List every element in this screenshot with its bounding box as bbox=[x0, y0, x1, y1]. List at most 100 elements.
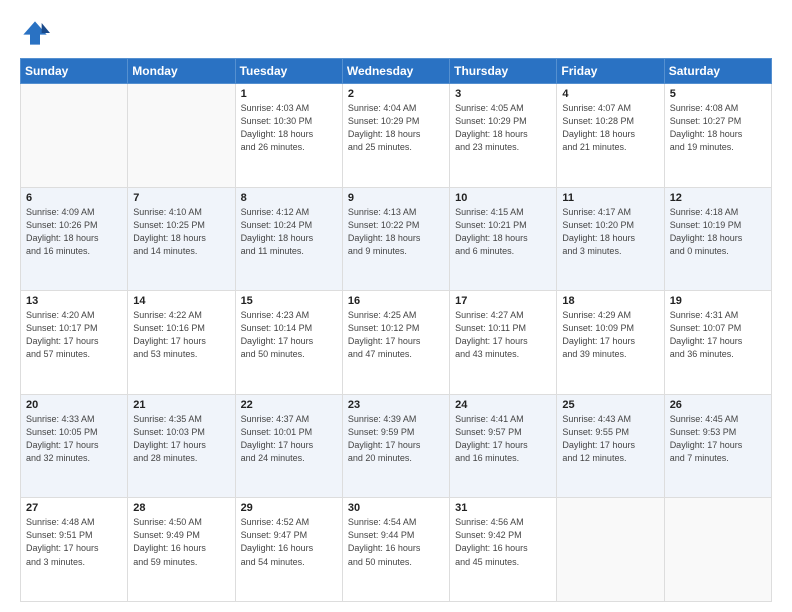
day-number: 12 bbox=[670, 192, 766, 204]
calendar-cell: 17 Sunrise: 4:27 AM Sunset: 10:11 PM Dayl… bbox=[450, 291, 557, 395]
calendar-cell: 31 Sunrise: 4:56 AM Sunset: 9:42 PM Dayli… bbox=[450, 498, 557, 602]
day-number: 8 bbox=[241, 192, 337, 204]
calendar-header-friday: Friday bbox=[557, 59, 664, 84]
calendar-cell: 1Sunrise: 4:03 AM Sunset: 10:30 PM Dayli… bbox=[235, 84, 342, 188]
day-info: Sunrise: 4:23 AM Sunset: 10:14 PM Daylig… bbox=[241, 309, 337, 361]
day-number: 23 bbox=[348, 399, 444, 411]
calendar-cell: 23 Sunrise: 4:39 AM Sunset: 9:59 PM Dayli… bbox=[342, 394, 449, 498]
day-info: Sunrise: 4:31 AM Sunset: 10:07 PM Daylig… bbox=[670, 309, 766, 361]
day-info: Sunrise: 4:17 AM Sunset: 10:20 PM Daylig… bbox=[562, 206, 658, 258]
day-info: Sunrise: 4:33 AM Sunset: 10:05 PM Daylig… bbox=[26, 413, 122, 465]
day-info: Sunrise: 4:48 AM Sunset: 9:51 PM Dayligh… bbox=[26, 516, 122, 568]
calendar-week-2: 6Sunrise: 4:09 AM Sunset: 10:26 PM Dayli… bbox=[21, 187, 772, 291]
day-info: Sunrise: 4:27 AM Sunset: 10:11 PM Daylig… bbox=[455, 309, 551, 361]
calendar-cell: 5 Sunrise: 4:08 AM Sunset: 10:27 PM Dayli… bbox=[664, 84, 771, 188]
calendar-cell: 7 Sunrise: 4:10 AM Sunset: 10:25 PM Dayli… bbox=[128, 187, 235, 291]
page: SundayMondayTuesdayWednesdayThursdayFrid… bbox=[0, 0, 792, 612]
calendar-cell: 21Sunrise: 4:35 AM Sunset: 10:03 PM Dayl… bbox=[128, 394, 235, 498]
day-info: Sunrise: 4:05 AM Sunset: 10:29 PM Daylig… bbox=[455, 102, 551, 154]
calendar-cell: 29 Sunrise: 4:52 AM Sunset: 9:47 PM Dayli… bbox=[235, 498, 342, 602]
day-number: 7 bbox=[133, 192, 229, 204]
day-info: Sunrise: 4:04 AM Sunset: 10:29 PM Daylig… bbox=[348, 102, 444, 154]
day-number: 29 bbox=[241, 502, 337, 514]
day-info: Sunrise: 4:20 AM Sunset: 10:17 PM Daylig… bbox=[26, 309, 122, 361]
logo-icon bbox=[20, 18, 50, 48]
calendar-cell: 24 Sunrise: 4:41 AM Sunset: 9:57 PM Dayli… bbox=[450, 394, 557, 498]
calendar-cell bbox=[557, 498, 664, 602]
day-number: 4 bbox=[562, 88, 658, 100]
calendar-cell: 18 Sunrise: 4:29 AM Sunset: 10:09 PM Dayl… bbox=[557, 291, 664, 395]
day-number: 5 bbox=[670, 88, 766, 100]
day-number: 15 bbox=[241, 295, 337, 307]
calendar-cell bbox=[128, 84, 235, 188]
day-info: Sunrise: 4:22 AM Sunset: 10:16 PM Daylig… bbox=[133, 309, 229, 361]
calendar-header-thursday: Thursday bbox=[450, 59, 557, 84]
calendar-week-1: 1Sunrise: 4:03 AM Sunset: 10:30 PM Dayli… bbox=[21, 84, 772, 188]
day-number: 20 bbox=[26, 399, 122, 411]
calendar-cell: 27 Sunrise: 4:48 AM Sunset: 9:51 PM Dayli… bbox=[21, 498, 128, 602]
day-info: Sunrise: 4:12 AM Sunset: 10:24 PM Daylig… bbox=[241, 206, 337, 258]
calendar-cell: 25 Sunrise: 4:43 AM Sunset: 9:55 PM Dayli… bbox=[557, 394, 664, 498]
calendar-cell: 19Sunrise: 4:31 AM Sunset: 10:07 PM Dayl… bbox=[664, 291, 771, 395]
calendar-cell: 12 Sunrise: 4:18 AM Sunset: 10:19 PM Dayl… bbox=[664, 187, 771, 291]
calendar-header-saturday: Saturday bbox=[664, 59, 771, 84]
day-info: Sunrise: 4:10 AM Sunset: 10:25 PM Daylig… bbox=[133, 206, 229, 258]
day-info: Sunrise: 4:37 AM Sunset: 10:01 PM Daylig… bbox=[241, 413, 337, 465]
day-number: 16 bbox=[348, 295, 444, 307]
day-info: Sunrise: 4:52 AM Sunset: 9:47 PM Dayligh… bbox=[241, 516, 337, 568]
header bbox=[20, 18, 772, 48]
calendar-cell: 15 Sunrise: 4:23 AM Sunset: 10:14 PM Dayl… bbox=[235, 291, 342, 395]
day-info: Sunrise: 4:41 AM Sunset: 9:57 PM Dayligh… bbox=[455, 413, 551, 465]
day-number: 9 bbox=[348, 192, 444, 204]
day-info: Sunrise: 4:07 AM Sunset: 10:28 PM Daylig… bbox=[562, 102, 658, 154]
day-number: 17 bbox=[455, 295, 551, 307]
day-info: Sunrise: 4:15 AM Sunset: 10:21 PM Daylig… bbox=[455, 206, 551, 258]
day-info: Sunrise: 4:43 AM Sunset: 9:55 PM Dayligh… bbox=[562, 413, 658, 465]
calendar-header-wednesday: Wednesday bbox=[342, 59, 449, 84]
day-number: 24 bbox=[455, 399, 551, 411]
calendar-header-sunday: Sunday bbox=[21, 59, 128, 84]
day-info: Sunrise: 4:29 AM Sunset: 10:09 PM Daylig… bbox=[562, 309, 658, 361]
calendar-cell: 8 Sunrise: 4:12 AM Sunset: 10:24 PM Dayli… bbox=[235, 187, 342, 291]
calendar-cell: 11Sunrise: 4:17 AM Sunset: 10:20 PM Dayl… bbox=[557, 187, 664, 291]
calendar-cell: 9 Sunrise: 4:13 AM Sunset: 10:22 PM Dayli… bbox=[342, 187, 449, 291]
day-number: 2 bbox=[348, 88, 444, 100]
day-number: 13 bbox=[26, 295, 122, 307]
day-number: 26 bbox=[670, 399, 766, 411]
day-number: 25 bbox=[562, 399, 658, 411]
calendar-cell: 4 Sunrise: 4:07 AM Sunset: 10:28 PM Dayli… bbox=[557, 84, 664, 188]
calendar-cell: 22Sunrise: 4:37 AM Sunset: 10:01 PM Dayl… bbox=[235, 394, 342, 498]
calendar-cell: 6Sunrise: 4:09 AM Sunset: 10:26 PM Dayli… bbox=[21, 187, 128, 291]
calendar-header-row: SundayMondayTuesdayWednesdayThursdayFrid… bbox=[21, 59, 772, 84]
day-number: 21 bbox=[133, 399, 229, 411]
day-info: Sunrise: 4:45 AM Sunset: 9:53 PM Dayligh… bbox=[670, 413, 766, 465]
day-number: 31 bbox=[455, 502, 551, 514]
calendar-cell: 2 Sunrise: 4:04 AM Sunset: 10:29 PM Dayli… bbox=[342, 84, 449, 188]
calendar-week-3: 13 Sunrise: 4:20 AM Sunset: 10:17 PM Dayl… bbox=[21, 291, 772, 395]
calendar-table: SundayMondayTuesdayWednesdayThursdayFrid… bbox=[20, 58, 772, 602]
day-number: 28 bbox=[133, 502, 229, 514]
day-info: Sunrise: 4:18 AM Sunset: 10:19 PM Daylig… bbox=[670, 206, 766, 258]
calendar-header-tuesday: Tuesday bbox=[235, 59, 342, 84]
calendar-cell: 13 Sunrise: 4:20 AM Sunset: 10:17 PM Dayl… bbox=[21, 291, 128, 395]
calendar-week-4: 20 Sunrise: 4:33 AM Sunset: 10:05 PM Dayl… bbox=[21, 394, 772, 498]
day-info: Sunrise: 4:13 AM Sunset: 10:22 PM Daylig… bbox=[348, 206, 444, 258]
day-info: Sunrise: 4:50 AM Sunset: 9:49 PM Dayligh… bbox=[133, 516, 229, 568]
day-info: Sunrise: 4:56 AM Sunset: 9:42 PM Dayligh… bbox=[455, 516, 551, 568]
day-info: Sunrise: 4:39 AM Sunset: 9:59 PM Dayligh… bbox=[348, 413, 444, 465]
day-info: Sunrise: 4:54 AM Sunset: 9:44 PM Dayligh… bbox=[348, 516, 444, 568]
calendar-cell bbox=[664, 498, 771, 602]
calendar-cell: 10 Sunrise: 4:15 AM Sunset: 10:21 PM Dayl… bbox=[450, 187, 557, 291]
logo bbox=[20, 18, 54, 48]
calendar-cell: 28 Sunrise: 4:50 AM Sunset: 9:49 PM Dayli… bbox=[128, 498, 235, 602]
calendar-cell: 26 Sunrise: 4:45 AM Sunset: 9:53 PM Dayli… bbox=[664, 394, 771, 498]
day-number: 18 bbox=[562, 295, 658, 307]
day-number: 27 bbox=[26, 502, 122, 514]
calendar-cell: 14Sunrise: 4:22 AM Sunset: 10:16 PM Dayl… bbox=[128, 291, 235, 395]
calendar-header-monday: Monday bbox=[128, 59, 235, 84]
day-number: 10 bbox=[455, 192, 551, 204]
calendar-cell: 3 Sunrise: 4:05 AM Sunset: 10:29 PM Dayli… bbox=[450, 84, 557, 188]
day-number: 3 bbox=[455, 88, 551, 100]
day-info: Sunrise: 4:08 AM Sunset: 10:27 PM Daylig… bbox=[670, 102, 766, 154]
calendar-cell bbox=[21, 84, 128, 188]
